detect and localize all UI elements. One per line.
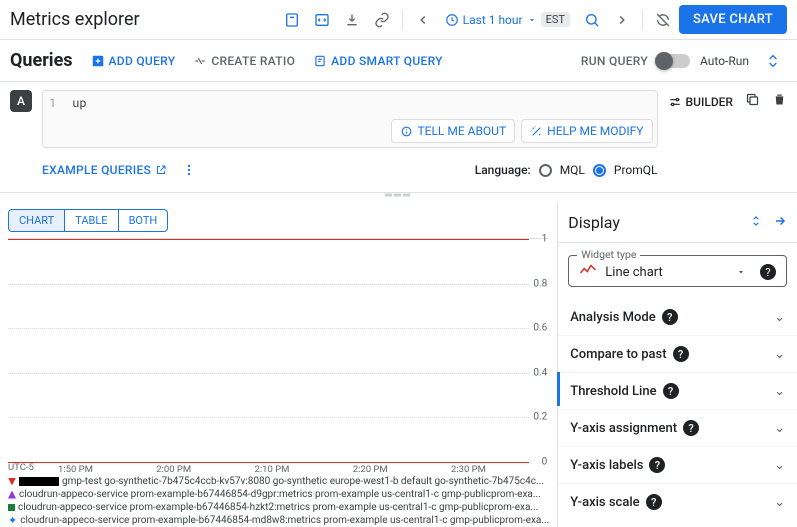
ytick: 0.4 — [533, 367, 547, 378]
line-number: 1 — [49, 95, 56, 111]
query-text: up — [72, 95, 86, 111]
collapse-panel-icon[interactable] — [773, 214, 787, 232]
run-query-button[interactable]: RUN QUERY — [581, 54, 648, 68]
legend-item[interactable]: cloudrun-appeco-service prom-example-b67… — [8, 501, 549, 514]
ytick: 0.6 — [533, 323, 547, 334]
legend-item[interactable]: cloudrun-appeco-service prom-example-b67… — [8, 488, 549, 501]
chevron-down-icon: ⌄ — [774, 384, 785, 399]
delete-icon[interactable] — [772, 92, 787, 111]
ratio-icon — [193, 54, 207, 68]
help-modify-button[interactable]: HELP ME MODIFY — [521, 119, 652, 143]
builder-button[interactable]: BUILDER — [668, 95, 733, 109]
display-panel-title: Display — [568, 213, 620, 232]
chevron-down-icon: ⌄ — [774, 310, 785, 325]
view-mode-tabs: CHART TABLE BOTH — [8, 209, 168, 232]
chevron-down-icon: ⌄ — [774, 458, 785, 473]
section-analysis-mode[interactable]: Analysis Mode? ⌄ — [558, 299, 797, 335]
more-options-icon[interactable] — [179, 156, 199, 184]
section-compare-past[interactable]: Compare to past? ⌄ — [558, 335, 797, 372]
plus-box-icon — [91, 54, 105, 68]
time-range-picker[interactable]: Last 1 hour EST — [439, 6, 576, 34]
help-icon[interactable]: ? — [760, 264, 776, 280]
link-icon[interactable] — [368, 6, 396, 34]
autorefresh-off-icon[interactable] — [649, 6, 677, 34]
help-icon[interactable]: ? — [662, 309, 678, 325]
tab-chart[interactable]: CHART — [9, 210, 64, 231]
create-ratio-button[interactable]: CREATE RATIO — [193, 54, 295, 68]
promql-radio[interactable] — [593, 164, 606, 177]
widget-type-select[interactable]: Widget type Line chart ? — [568, 255, 787, 287]
save-chart-button[interactable]: SAVE CHART — [679, 5, 787, 34]
copy-icon[interactable] — [745, 92, 760, 111]
promql-label: PromQL — [614, 163, 658, 177]
help-icon[interactable]: ? — [673, 346, 689, 362]
ytick: 0.8 — [533, 278, 547, 289]
next-time-icon[interactable] — [608, 6, 636, 34]
dropdown-caret-icon — [736, 267, 746, 277]
resize-handle[interactable]: ═══ — [0, 193, 797, 203]
query-editor[interactable]: 1 up TELL ME ABOUT HELP ME MODIFY — [42, 90, 658, 148]
clock-icon — [445, 13, 459, 27]
autorun-label: Auto-Run — [700, 54, 749, 68]
expand-updown-icon[interactable] — [749, 214, 763, 232]
tab-both[interactable]: BOTH — [118, 210, 168, 231]
tab-table[interactable]: TABLE — [64, 210, 117, 231]
chevron-down-icon: ⌄ — [774, 347, 785, 362]
help-icon[interactable]: ? — [649, 457, 665, 473]
line-chart-icon — [579, 264, 597, 280]
autorun-toggle[interactable] — [658, 54, 690, 68]
collapse-queries-icon[interactable] — [759, 47, 787, 75]
section-yaxis-scale[interactable]: Y-axis scale? ⌄ — [558, 483, 797, 520]
code-icon[interactable] — [308, 6, 336, 34]
xtick: 1:50 PM — [58, 464, 156, 475]
language-label: Language: — [475, 163, 531, 177]
example-queries-link[interactable]: EXAMPLE QUERIES — [42, 163, 167, 177]
mql-label: MQL — [560, 163, 585, 177]
section-yaxis-assignment[interactable]: Y-axis assignment? ⌄ — [558, 409, 797, 446]
external-link-icon — [155, 164, 167, 176]
timezone-badge: EST — [541, 12, 570, 27]
smart-icon — [313, 54, 327, 68]
add-query-button[interactable]: ADD QUERY — [91, 54, 176, 68]
ytick: 0.2 — [533, 412, 547, 423]
chevron-down-icon: ⌄ — [774, 495, 785, 510]
timezone-label: UTC-5 — [8, 462, 58, 475]
chevron-down-icon — [527, 15, 537, 25]
chevron-down-icon: ⌄ — [774, 421, 785, 436]
section-yaxis-labels[interactable]: Y-axis labels? ⌄ — [558, 446, 797, 483]
search-icon[interactable] — [578, 6, 606, 34]
prev-time-icon[interactable] — [409, 6, 437, 34]
ytick: 0 — [542, 457, 548, 468]
chart-area[interactable]: 1 0.8 0.6 0.4 0.2 0 — [8, 238, 549, 462]
query-badge-a[interactable]: A — [10, 90, 32, 112]
help-icon[interactable]: ? — [683, 420, 699, 436]
download-icon[interactable] — [338, 6, 366, 34]
help-icon[interactable]: ? — [646, 494, 662, 510]
help-icon[interactable]: ? — [663, 383, 679, 399]
bookmark-icon[interactable] — [278, 6, 306, 34]
wand-icon — [530, 125, 543, 138]
chart-legend: gmp-test go-synthetic-7b475c4ccb-kv57v:8… — [8, 475, 549, 527]
legend-item[interactable]: gmp-test go-synthetic-7b475c4ccb-kv57v:8… — [8, 475, 549, 488]
tune-icon — [668, 95, 682, 109]
add-smart-query-button[interactable]: ADD SMART QUERY — [313, 54, 443, 68]
ytick: 1 — [542, 234, 548, 245]
xtick: 2:20 PM — [353, 464, 451, 475]
widget-type-label: Widget type — [577, 248, 640, 261]
info-spark-icon — [400, 125, 413, 138]
mql-radio[interactable] — [539, 164, 552, 177]
section-threshold-line[interactable]: Threshold Line? ⌄ — [558, 372, 797, 409]
tell-me-about-button[interactable]: TELL ME ABOUT — [391, 119, 515, 143]
queries-heading: Queries — [10, 50, 73, 71]
xtick: 2:10 PM — [255, 464, 353, 475]
active-indicator — [557, 372, 560, 406]
xtick: 2:30 PM — [451, 464, 549, 475]
xtick: 2:00 PM — [156, 464, 254, 475]
page-title: Metrics explorer — [10, 9, 140, 30]
